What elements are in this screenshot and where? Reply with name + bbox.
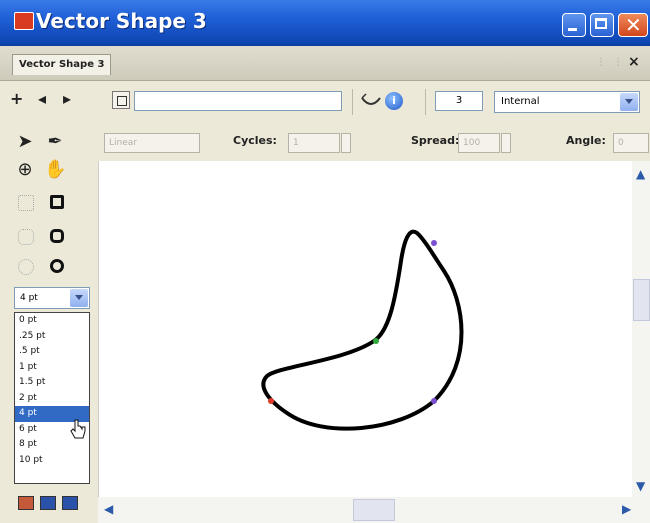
anchor-point[interactable]	[431, 398, 437, 404]
top-toolbar: + ◂ ▸ i 3 Internal	[0, 81, 650, 121]
stroke-size-option[interactable]: 10 pt	[15, 453, 89, 469]
vector-path[interactable]	[99, 161, 633, 497]
close-icon: ✕	[625, 13, 642, 37]
rectangle-fill-icon[interactable]	[18, 195, 34, 211]
toolbar-divider	[352, 89, 353, 115]
angle-input[interactable]: 0	[613, 133, 649, 153]
fill-color-icon[interactable]	[40, 496, 56, 510]
anchor-point[interactable]	[268, 398, 274, 404]
ellipse-fill-icon[interactable]	[18, 259, 34, 275]
next-button[interactable]: ▸	[63, 89, 71, 108]
gradient-properties-bar: Linear Cycles: 1 Spread: 100 Angle: 0	[98, 121, 650, 161]
horizontal-scrollbar[interactable]: ◀ ▶	[98, 497, 650, 523]
stroke-size-option[interactable]: 1.5 pt	[15, 375, 89, 391]
scroll-right-icon[interactable]: ▶	[622, 502, 631, 516]
spread-input[interactable]: 100	[458, 133, 500, 153]
cycles-label: Cycles:	[233, 134, 277, 147]
info-icon[interactable]: i	[385, 92, 403, 110]
arrow-tool-icon[interactable]: ➤	[14, 131, 36, 153]
maximize-button[interactable]	[590, 13, 614, 37]
rounded-rect-tool-icon[interactable]	[50, 229, 64, 243]
toolbar-divider	[425, 89, 426, 115]
minimize-button[interactable]	[562, 13, 586, 37]
swap-color-icon[interactable]	[62, 496, 78, 510]
pen-tool-icon[interactable]: ✒	[44, 131, 66, 153]
chevron-down-icon[interactable]	[620, 93, 638, 111]
stroke-size-value: 4 pt	[20, 293, 38, 303]
shape-name-input[interactable]	[134, 91, 342, 111]
scroll-left-icon[interactable]: ◀	[104, 502, 113, 516]
tab-vector-shape[interactable]: Vector Shape 3	[12, 54, 112, 75]
stroke-color-icon[interactable]	[18, 496, 34, 510]
grip-icon: ⋮ ⋮	[596, 57, 626, 68]
toolbox: ➤ ✒ ⊕ ✋ 4 pt 0 pt .25 pt .5 pt 1 pt 1.5 …	[0, 121, 98, 523]
drawing-canvas[interactable]	[98, 161, 633, 497]
stroke-size-select[interactable]: 4 pt	[14, 287, 90, 309]
spread-label: Spread:	[411, 134, 460, 147]
add-frame-button[interactable]: +	[10, 89, 23, 108]
crosshair-tool-icon[interactable]: ⊕	[14, 159, 36, 181]
anchor-point[interactable]	[373, 338, 379, 344]
stroke-size-option[interactable]: .5 pt	[15, 344, 89, 360]
gradient-type-select[interactable]: Linear	[104, 133, 200, 153]
angle-label: Angle:	[566, 134, 606, 147]
horizontal-scroll-thumb[interactable]	[353, 499, 395, 521]
scroll-down-icon[interactable]: ▼	[636, 479, 645, 493]
cycles-input[interactable]: 1	[288, 133, 340, 153]
render-mode-select[interactable]: Internal	[494, 91, 640, 113]
previous-button[interactable]: ◂	[38, 89, 46, 108]
hand-pointer-icon	[70, 419, 86, 439]
vertical-scroll-thumb[interactable]	[633, 279, 650, 321]
scroll-up-icon[interactable]: ▲	[636, 167, 645, 181]
stroke-size-option[interactable]: 1 pt	[15, 360, 89, 376]
stroke-size-dropdown: 0 pt .25 pt .5 pt 1 pt 1.5 pt 2 pt 4 pt …	[14, 312, 90, 484]
stroke-size-option[interactable]: 0 pt	[15, 313, 89, 329]
ellipse-tool-icon[interactable]	[50, 259, 64, 273]
window-title: Vector Shape 3	[36, 9, 207, 33]
point-count-field[interactable]: 3	[435, 91, 483, 111]
title-bar[interactable]: Vector Shape 3 ✕	[0, 0, 650, 46]
tab-close-button[interactable]: ×	[628, 54, 640, 70]
render-mode-value: Internal	[501, 96, 540, 107]
vector-shape-window: Vector Shape 3 ✕ Vector Shape 3 ⋮ ⋮ × + …	[0, 0, 650, 523]
path-tool-icon[interactable]	[360, 92, 382, 110]
app-icon	[14, 12, 34, 30]
close-button[interactable]: ✕	[618, 13, 648, 37]
hand-tool-icon[interactable]: ✋	[44, 159, 66, 181]
rectangle-tool-icon[interactable]	[50, 195, 64, 209]
rounded-rect-fill-icon[interactable]	[18, 229, 34, 245]
vertical-scrollbar[interactable]: ▲ ▼	[632, 161, 650, 497]
chevron-down-icon[interactable]	[70, 289, 88, 307]
layer-frame-icon[interactable]	[112, 91, 130, 109]
stroke-size-option[interactable]: .25 pt	[15, 329, 89, 345]
spread-stepper[interactable]	[501, 133, 511, 153]
stroke-size-option[interactable]: 2 pt	[15, 391, 89, 407]
anchor-point[interactable]	[431, 240, 437, 246]
tab-bar: Vector Shape 3 ⋮ ⋮ ×	[0, 46, 650, 81]
cycles-stepper[interactable]	[341, 133, 351, 153]
